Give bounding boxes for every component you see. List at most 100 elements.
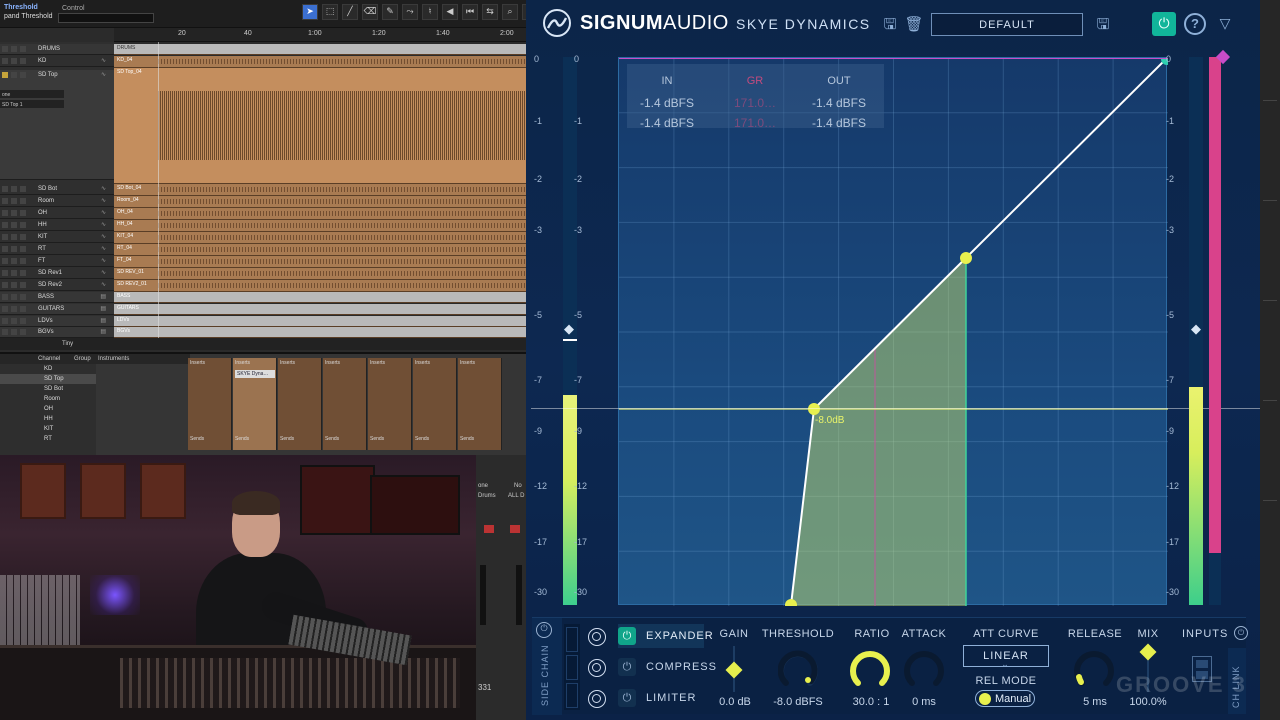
track-row[interactable]: DRUMS [0,44,114,55]
clip[interactable]: BASS [114,292,526,303]
tab-channel[interactable]: Channel [38,356,60,362]
preset-selector[interactable]: DEFAULT [931,13,1083,36]
clip[interactable]: HH_04 [114,220,526,232]
clip[interactable]: KD_04 [114,56,526,68]
mute-tool-icon[interactable]: ♮ [422,4,438,20]
track-row-selected[interactable]: SD Top ∿ one SD Top 1 [0,70,114,180]
rewind-icon[interactable]: ⏮ [462,4,478,20]
gain-slider-handle[interactable] [725,661,743,679]
inputs-power-icon[interactable]: ⏻ [1234,626,1248,640]
channel-strip[interactable]: Inserts Sends [188,358,232,450]
compress-radio[interactable] [588,659,606,677]
tab-instruments[interactable]: Instruments [98,356,129,362]
clip[interactable]: LDVs [114,316,526,327]
threshold-knob[interactable] [778,650,818,690]
expander-power-icon[interactable]: ⏻ [618,627,636,645]
track-input-select[interactable]: one [0,90,64,98]
rel-mode-toggle[interactable]: Manual [975,690,1035,707]
save-as-icon[interactable]: 🖫 [1093,14,1113,34]
track-row[interactable]: SD Rev2 ∿ [0,280,114,291]
pencil-tool-icon[interactable]: ✎ [382,4,398,20]
track-row[interactable]: KD ∿ [0,56,114,67]
channel-strip[interactable]: Inserts Sends [278,358,322,450]
transfer-curve-graph[interactable]: IN GR OUT -1.4 dBFS -1.4 dBFS 171.0… 171… [618,57,1168,606]
track-row[interactable]: FT ∿ [0,256,114,267]
release-knob[interactable] [1074,650,1114,690]
clip[interactable]: SD Bot_04 [114,184,526,196]
arrange-view[interactable]: DRUMS KD_04 SD Top_04 SD Bot_04 Room_04 … [114,42,526,338]
clip[interactable]: GUITARS [114,304,526,315]
control-dropdown[interactable] [58,13,154,23]
help-icon[interactable]: ? [1184,13,1206,35]
record-button[interactable] [510,525,520,533]
bypass-power-button[interactable]: ⏻ [1152,12,1176,36]
clip[interactable]: BGVs [114,327,526,338]
split-tool-icon[interactable]: ╱ [342,4,358,20]
clip[interactable]: OH_04 [114,208,526,220]
clip[interactable]: Room_04 [114,196,526,208]
track-row[interactable]: RT ∿ [0,244,114,255]
output-peak-marker-icon[interactable]: ◆ [1189,323,1203,337]
limiter-power-icon[interactable]: ⏻ [618,689,636,707]
trash-icon[interactable]: 🗑 [904,14,924,34]
channel-strip-selected[interactable]: Inserts SKYE Dyna… Sends [233,358,277,450]
clip[interactable]: RT_04 [114,244,526,256]
track-size-label[interactable]: Tiny [62,341,73,347]
track-row[interactable]: BASS ▤ [0,292,114,303]
clip-selected[interactable]: SD Top_04 [114,68,526,184]
clip[interactable]: SD REV_01 [114,268,526,280]
track-row[interactable]: SD Bot ∿ [0,184,114,195]
channel-item[interactable]: OH [0,404,96,414]
fader[interactable] [480,565,486,625]
input-peak-marker-icon[interactable]: ◆ [562,323,576,337]
mix-slider-handle[interactable] [1139,643,1157,661]
menu-chevron-icon[interactable]: ▽ [1214,13,1236,35]
channel-item[interactable]: KD [0,364,96,374]
range-tool-icon[interactable]: ⬚ [322,4,338,20]
track-row[interactable]: SD Rev1 ∿ [0,268,114,279]
compress-power-icon[interactable]: ⏻ [618,658,636,676]
channel-item[interactable]: SD Bot [0,384,96,394]
insert-plugin-slot[interactable]: SKYE Dyna… [235,370,275,378]
clip[interactable]: SD REV2_01 [114,280,526,292]
fader[interactable] [516,565,522,625]
expander-radio[interactable] [588,628,606,646]
channel-item[interactable]: KIT [0,424,96,434]
limiter-radio[interactable] [588,690,606,708]
eraser-tool-icon[interactable]: ⌫ [362,4,378,20]
clip[interactable]: DRUMS [114,44,526,55]
ratio-knob[interactable] [850,650,890,690]
sidechain-power-icon[interactable]: ⏻ [536,622,552,638]
ripple-icon[interactable]: ⇆ [482,4,498,20]
track-row[interactable]: KIT ∿ [0,232,114,243]
channel-strip[interactable]: Inserts Sends [323,358,367,450]
playhead[interactable] [158,42,159,338]
channel-strip[interactable]: Inserts Sends [368,358,412,450]
channel-item[interactable]: RT [0,434,96,444]
track-row[interactable]: BGVs ▤ [0,327,114,338]
listen-tool-icon[interactable]: ◀ [442,4,458,20]
chevron-down-icon[interactable]: ⌄ [999,661,1011,670]
arrow-tool-icon[interactable]: ➤ [302,4,318,20]
clip[interactable]: KIT_04 [114,232,526,244]
tab-group[interactable]: Group [74,356,91,362]
clip[interactable]: FT_04 [114,256,526,268]
channel-item[interactable]: Room [0,394,96,404]
track-row[interactable]: Room ∿ [0,196,114,207]
track-row[interactable]: GUITARS ▤ [0,304,114,315]
track-row[interactable]: HH ∿ [0,220,114,231]
transfer-curve-svg [619,58,1168,606]
track-row[interactable]: LDVs ▤ [0,316,114,327]
attack-knob[interactable] [904,650,944,690]
zoom-icon[interactable]: ⌕ [502,4,518,20]
track-row[interactable]: OH ∿ [0,208,114,219]
channel-item[interactable]: HH [0,414,96,424]
channel-item[interactable]: SD Top [0,374,96,384]
track-output-select[interactable]: SD Top 1 [0,100,64,108]
save-icon[interactable]: 🖫 [880,14,900,34]
timeline-ruler[interactable]: 20 40 1:00 1:20 1:40 2:00 [114,28,526,42]
channel-strip[interactable]: Inserts Sends [413,358,457,450]
bend-tool-icon[interactable]: ⤳ [402,4,418,20]
channel-strip[interactable]: Inserts Sends [458,358,502,450]
record-button[interactable] [484,525,494,533]
